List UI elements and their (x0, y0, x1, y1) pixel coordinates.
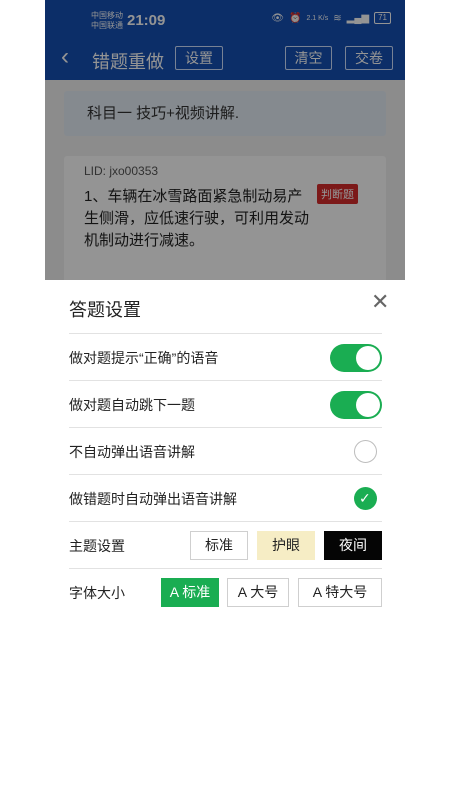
no-auto-voice-radio[interactable] (354, 440, 377, 463)
setting-row-no-auto-voice[interactable]: 不自动弹出语音讲解 (69, 427, 382, 474)
toggle-knob (356, 393, 380, 417)
font-extra-large-button[interactable]: A 特大号 (298, 578, 382, 607)
setting-label: 做对题自动跳下一题 (69, 397, 195, 413)
correct-voice-toggle[interactable] (330, 344, 382, 372)
setting-row-auto-next: 做对题自动跳下一题 (69, 380, 382, 427)
setting-row-font-size: 字体大小 A 标准 A 大号 A 特大号 (69, 568, 382, 615)
theme-eye-care-button[interactable]: 护眼 (257, 531, 315, 560)
theme-label: 主题设置 (69, 538, 125, 554)
setting-row-theme: 主题设置 标准 护眼 夜间 (69, 521, 382, 568)
font-large-button[interactable]: A 大号 (227, 578, 289, 607)
checkmark-icon: ✓ (359, 490, 371, 506)
setting-row-wrong-auto-voice[interactable]: 做错题时自动弹出语音讲解 ✓ (69, 474, 382, 521)
phone-screen: 中国移动 中国联通 21:09 👁 ⏰ 2.1 K/s ≋ ▂▄▆ 71 ‹ 错… (45, 0, 405, 800)
toggle-knob (356, 346, 380, 370)
setting-row-correct-voice: 做对题提示“正确”的语音 (69, 333, 382, 380)
close-icon[interactable]: ✕ (371, 290, 389, 314)
sheet-title: 答题设置 (69, 300, 141, 320)
font-size-label: 字体大小 (69, 585, 125, 601)
wrong-auto-voice-radio[interactable]: ✓ (354, 487, 377, 510)
setting-label: 做对题提示“正确”的语音 (69, 350, 219, 366)
theme-standard-button[interactable]: 标准 (190, 531, 248, 560)
theme-night-button[interactable]: 夜间 (324, 531, 382, 560)
auto-next-toggle[interactable] (330, 391, 382, 419)
setting-label: 不自动弹出语音讲解 (69, 444, 195, 460)
setting-label: 做错题时自动弹出语音讲解 (69, 491, 237, 507)
answer-settings-sheet: 答题设置 ✕ 做对题提示“正确”的语音 做对题自动跳下一题 不自动弹出语音讲解 … (45, 280, 405, 800)
font-standard-button[interactable]: A 标准 (161, 578, 219, 607)
